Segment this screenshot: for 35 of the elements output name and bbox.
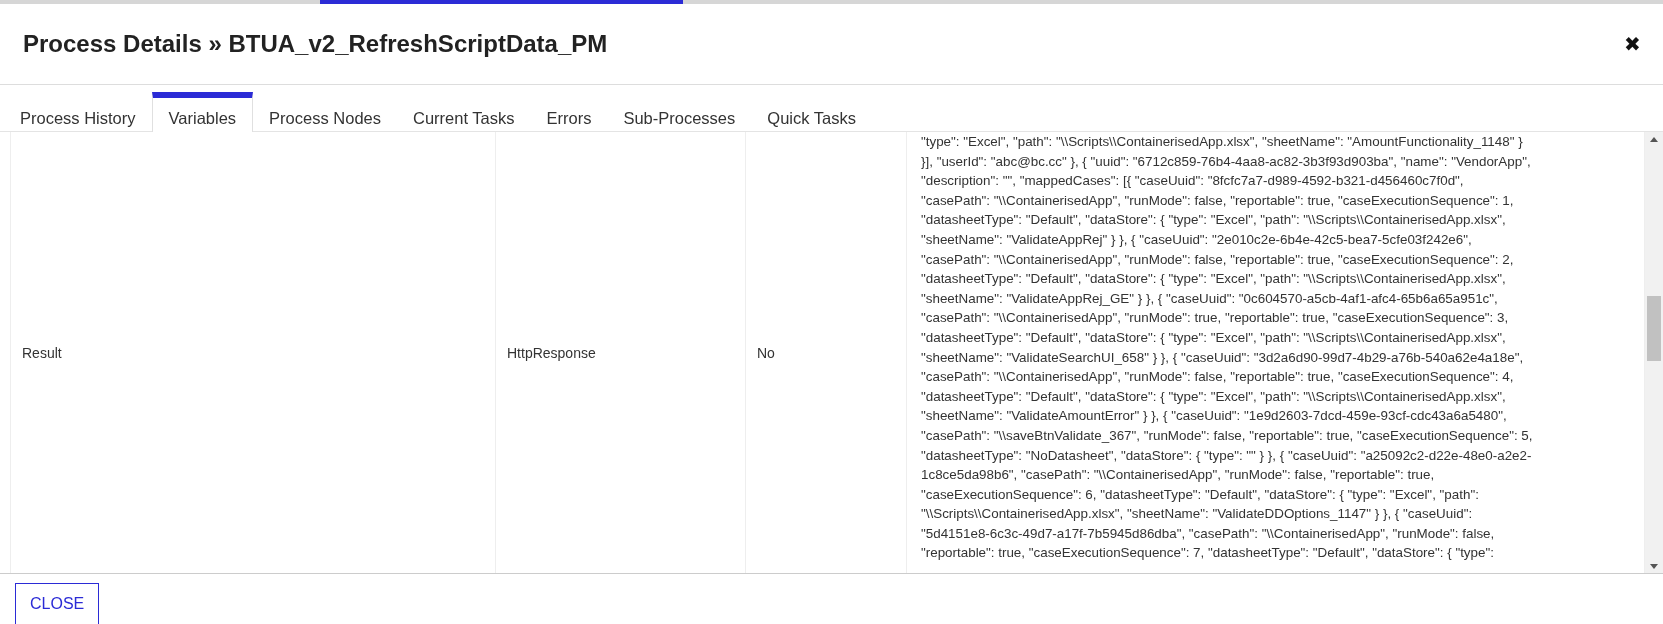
tab[interactable]: Process Nodes — [253, 92, 397, 132]
value-text-line: "casePath": "\\ContainerisedApp", "runMode": false, "reportable": true, "caseExecutionSequence": 1, — [921, 191, 1514, 210]
value-text-line: "sheetName": "ValidateAppRej" } }, { "caseUuid": "2e010c2e-6b4e-42c5-bea7-5cfe03f242e6", — [921, 230, 1472, 249]
table-cell: No — [757, 344, 775, 361]
tab[interactable]: Process History — [4, 92, 152, 132]
value-text-line: "description": "", "mappedCases": [{ "caseUuid": "8fcfc7a7-d989-4592-b321-d456460c7f0d", — [921, 172, 1464, 191]
value-text-line: "datasheetType": "Default", "dataStore": { "type": "Excel", "path": "\\Scripts\\ContainerisedApp.xlsx", — [921, 270, 1506, 289]
tab[interactable]: Variables — [151, 92, 254, 132]
table-cell: Result — [22, 344, 62, 361]
value-text-line: "caseExecutionSequence": 6, "datasheetType": "Default", "dataStore": { "type": "Excel", "path": — [921, 485, 1479, 504]
tab[interactable]: Current Tasks — [397, 92, 531, 132]
dialog-title: Process Details » BTUA_v2_RefreshScriptData_PM — [23, 30, 608, 58]
tab[interactable]: Quick Tasks — [751, 92, 872, 132]
tab[interactable]: Errors — [530, 92, 608, 132]
value-text-line: 1c8ce5da98b6", "casePath": "\\ContainerisedApp", "runMode": false, "reportable": true, — [921, 466, 1435, 485]
value-text-line: "5d4151e8-6c3c-49d7-a17f-7b5945d86dba", "casePath": "\\ContainerisedApp", "runMode": false, — [921, 524, 1495, 543]
tab[interactable]: Sub-Processes — [607, 92, 752, 132]
value-text-line: "datasheetType": "NoDatasheet", "dataStore": { "type": "" } }, { "caseUuid": "a25092c2-d22e-48e0-a2e2- — [921, 446, 1532, 465]
value-text-line: "datasheetType": "Default", "dataStore": { "type": "Excel", "path": "\\Scripts\\ContainerisedApp.xlsx", — [921, 387, 1506, 406]
value-text-line: }], "userId": "abc@bc.cc" }, { "uuid": "6712c859-76b4-4aa8-ac82-3b3f93d903ba", "name": "VendorApp", — [921, 152, 1531, 171]
value-text-line: "sheetName": "ValidateAppRej_GE" } }, { "caseUuid": "0c604570-a5cb-4af1-afc4-65b6a65a951c", — [921, 289, 1498, 308]
value-text-line: "\\Scripts\\ContainerisedApp.xlsx", "sheetName": "ValidateDDOptions_1147" } }, { "caseUuid": — [921, 505, 1473, 524]
value-text-line: "casePath": "\\saveBtnValidate_367", "runMode": false, "reportable": true, "caseExecutionSequence": 5, — [921, 426, 1533, 445]
value-text-line: "sheetName": "ValidateAmountError" } }, { "caseUuid": "1e9d2603-7dcd-459e-93cf-cdc43a6a5480", — [921, 407, 1507, 426]
value-text-line: "type": "Excel", "path": "\\Scripts\\ContainerisedApp.xlsx", "sheetName": "AmountFunctionality_1148" } — [921, 133, 1523, 151]
value-text-line: "reportable": true, "caseExecutionSequence": 7, "datasheetType": "Default", "dataStore": { "type": — [921, 544, 1494, 563]
scrollbar-drawing[interactable] — [1645, 132, 1663, 573]
value-text-line: "datasheetType": "Default", "dataStore": { "type": "Excel", "path": "\\Scripts\\ContainerisedApp.xlsx", — [921, 328, 1506, 347]
value-text-line: "sheetName": "ValidateSearchUI_658" } }, { "caseUuid": "3d2a6d90-99d7-4b29-a76b-540a62e4a18e", — [921, 348, 1524, 367]
table-cell: HttpResponse — [507, 344, 596, 361]
value-text-line: "datasheetType": "Default", "dataStore": { "type": "Excel", "path": "\\Scripts\\ContainerisedApp.xlsx", — [921, 211, 1506, 230]
close-button[interactable]: CLOSE — [15, 583, 100, 624]
value-text-line: "casePath": "\\ContainerisedApp", "runMode": true, "reportable": true, "caseExecutionSequence": 3, — [921, 309, 1509, 328]
value-text-line: "casePath": "\\ContainerisedApp", "runMode": false, "reportable": true, "caseExecutionSequence": 4, — [921, 368, 1514, 387]
value-text-line: "casePath": "\\ContainerisedApp", "runMode": false, "reportable": true, "caseExecutionSequence": 2, — [921, 250, 1514, 269]
